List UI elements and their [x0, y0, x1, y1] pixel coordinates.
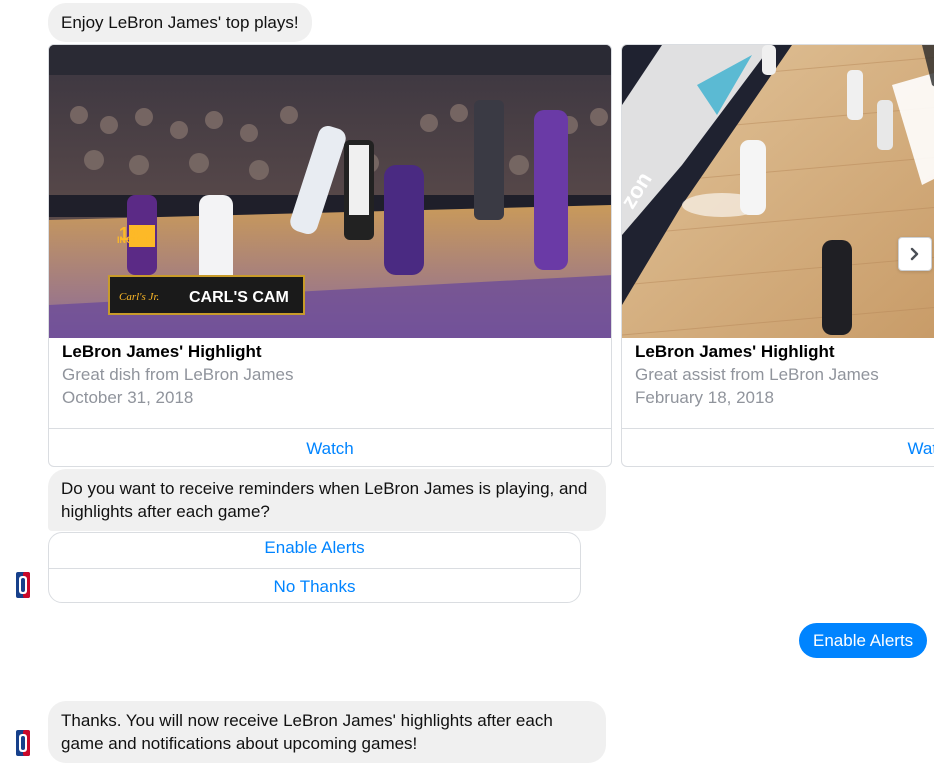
card-subtitle: Great dish from LeBron James [62, 365, 294, 384]
card-subtitle: Great assist from LeBron James [635, 365, 879, 384]
card-date: October 31, 2018 [62, 388, 194, 407]
highlight-card[interactable]: zon LeBron James' Highlight Great assist… [621, 44, 934, 467]
message-text: Do you want to receive reminders when Le… [61, 479, 588, 521]
watch-button[interactable]: Watch [622, 428, 934, 466]
nba-logo-icon [16, 572, 30, 598]
bot-message-confirmation: Thanks. You will now receive LeBron Jame… [48, 701, 606, 763]
user-message: Enable Alerts [799, 623, 928, 658]
jersey-number: 14 [119, 224, 139, 244]
card-date: February 18, 2018 [635, 388, 774, 407]
quick-replies: Enable Alerts No Thanks [48, 532, 581, 603]
highlight-card[interactable]: INGRAM 14 Carl's Jr. CARL'S CAM LeBron J… [48, 44, 612, 467]
chevron-right-icon [910, 247, 919, 261]
quick-reply-enable-alerts[interactable]: Enable Alerts [49, 533, 580, 568]
bot-message-question: Do you want to receive reminders when Le… [48, 469, 606, 531]
message-text: Enjoy LeBron James' top plays! [61, 13, 299, 32]
highlights-carousel: INGRAM 14 Carl's Jr. CARL'S CAM LeBron J… [48, 44, 934, 467]
quick-reply-no-thanks[interactable]: No Thanks [49, 568, 580, 602]
card-title: LeBron James' Highlight [635, 342, 835, 361]
watch-button[interactable]: Watch [49, 428, 611, 466]
messenger-chat: Enjoy LeBron James' top plays! INGRAM 14… [0, 0, 947, 764]
bot-message-intro: Enjoy LeBron James' top plays! [48, 3, 312, 42]
video-thumbnail[interactable]: INGRAM 14 Carl's Jr. CARL'S CAM [49, 45, 611, 338]
card-title: LeBron James' Highlight [62, 342, 262, 361]
message-text: Thanks. You will now receive LeBron Jame… [61, 711, 553, 753]
carousel-next-button[interactable] [898, 237, 932, 271]
overlay-brand: Carl's Jr. [119, 291, 159, 303]
overlay-text: CARL'S CAM [189, 289, 289, 306]
video-thumbnail[interactable]: zon [622, 45, 934, 338]
nba-logo-icon [16, 730, 30, 756]
